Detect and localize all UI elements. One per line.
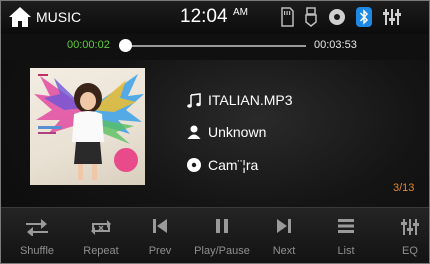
- screen-border: [0, 0, 430, 264]
- music-player-screen: MUSIC 12:04 AM 00:00:02 00:03:53 ITALIAN…: [0, 0, 430, 264]
